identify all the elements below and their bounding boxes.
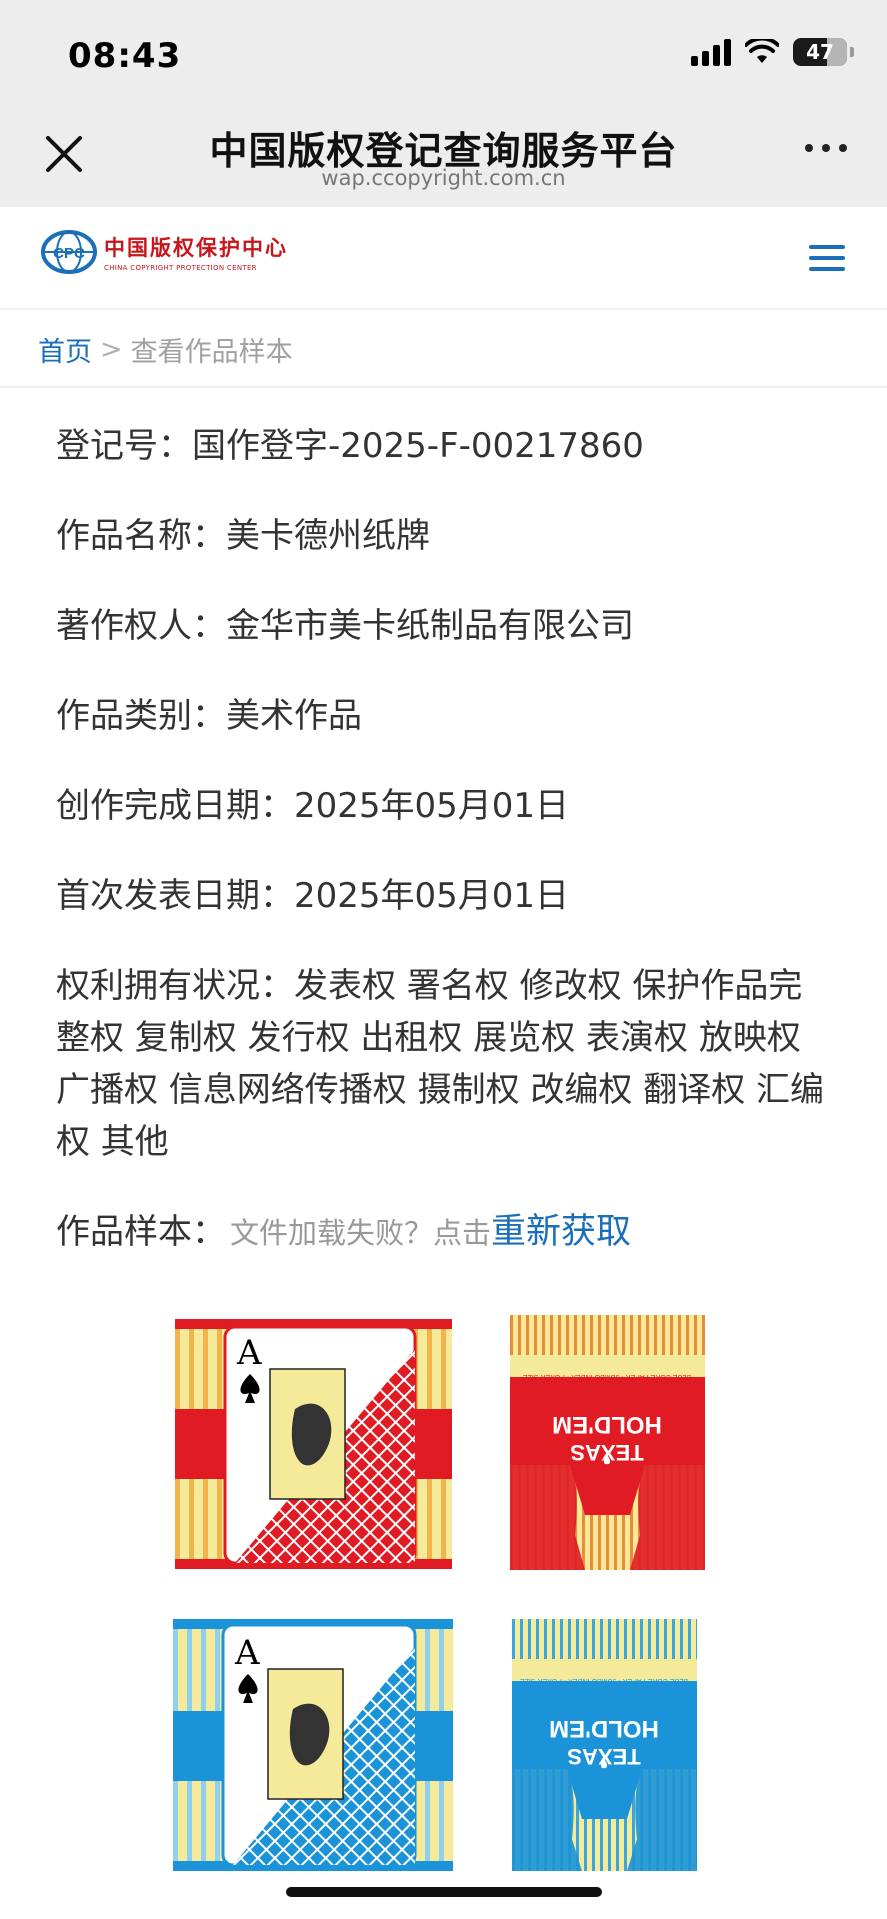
red-card-box-image[interactable]: TEXAS HOLD'EM BLUE CORE PAPER • JUMBO IN… xyxy=(510,1315,705,1570)
work-name-value: 美卡德州纸牌 xyxy=(226,516,430,556)
site-logo[interactable]: CPC 中国版权保护中心 CHINA COPYRIGHT PROTECTION … xyxy=(40,229,288,275)
card-rank-text: A xyxy=(236,1333,262,1373)
registration-number-value: 国作登字-2025-F-00217860 xyxy=(192,426,644,466)
creation-date-row: 创作完成日期：2025年05月01日 xyxy=(56,780,836,832)
box-brand-line2: HOLD'EM xyxy=(552,1411,662,1438)
sample-images: A TEXAS HOLD'EM BLUE CORE PAPER • JUMBO … xyxy=(170,1305,730,1885)
work-name-row: 作品名称：美卡德州纸牌 xyxy=(56,510,836,562)
box-brand-line2: HOLD'EM xyxy=(549,1715,659,1742)
registration-number-label: 登记号： xyxy=(56,426,192,466)
breadcrumb: 首页 > 查看作品样本 xyxy=(0,312,887,388)
site-header: CPC 中国版权保护中心 CHINA COPYRIGHT PROTECTION … xyxy=(0,207,887,310)
logo-en: CHINA COPYRIGHT PROTECTION CENTER xyxy=(104,264,257,272)
card-rank-text: A xyxy=(234,1633,260,1673)
status-time: 08:43 xyxy=(68,36,182,76)
record-details: 登记号：国作登字-2025-F-00217860 作品名称：美卡德州纸牌 著作权… xyxy=(56,420,836,1297)
copyright-owner-label: 著作权人： xyxy=(56,606,226,646)
copyright-owner-row: 著作权人：金华市美卡纸制品有限公司 xyxy=(56,600,836,652)
menu-icon[interactable] xyxy=(809,245,845,271)
sample-row: 作品样本： 文件加载失败？点击 重新获取 xyxy=(56,1206,836,1259)
battery-icon: 47 xyxy=(793,38,854,66)
work-category-label: 作品类别： xyxy=(56,696,226,736)
blue-card-box-image[interactable]: TEXAS HOLD'EM BLUE CORE PAPER • JUMBO IN… xyxy=(512,1619,697,1871)
top-bar: 08:43 47 中国版权登记查询服务平台 wap.ccopyright.com… xyxy=(0,0,887,207)
red-card-back-image[interactable]: A xyxy=(175,1319,452,1569)
sample-label: 作品样本： xyxy=(56,1212,226,1252)
more-options-button[interactable] xyxy=(805,144,847,152)
work-category-row: 作品类别：美术作品 xyxy=(56,690,836,742)
publish-date-row: 首次发表日期：2025年05月01日 xyxy=(56,870,836,922)
publish-date-label: 首次发表日期： xyxy=(56,876,294,916)
rights-row: 权利拥有状况：发表权 署名权 修改权 保护作品完整权 复制权 发行权 出租权 展… xyxy=(56,960,836,1168)
battery-level: 47 xyxy=(806,40,834,64)
status-icons: 47 xyxy=(691,38,854,66)
logo-mark-text: CPC xyxy=(53,245,85,262)
logo-text: 中国版权保护中心 CHINA COPYRIGHT PROTECTION CENT… xyxy=(104,232,288,272)
wifi-icon xyxy=(745,39,779,63)
registration-number-row: 登记号：国作登字-2025-F-00217860 xyxy=(56,420,836,472)
box-small-text: BLUE CORE PAPER • JUMBO INDEX • POKER SI… xyxy=(520,1677,688,1684)
creation-date-value: 2025年05月01日 xyxy=(294,786,570,826)
logo-cn: 中国版权保护中心 xyxy=(104,236,288,260)
rights-label: 权利拥有状况： xyxy=(56,966,294,1006)
copyright-owner-value: 金华市美卡纸制品有限公司 xyxy=(226,606,634,646)
dot-icon xyxy=(839,144,847,152)
breadcrumb-current: 查看作品样本 xyxy=(130,336,293,368)
sample-load-hint: 文件加载失败？点击 xyxy=(230,1216,492,1250)
signal-icon xyxy=(691,38,731,66)
publish-date-value: 2025年05月01日 xyxy=(294,876,570,916)
dot-icon xyxy=(822,144,830,152)
blue-card-back-image[interactable]: A xyxy=(173,1619,453,1871)
work-category-value: 美术作品 xyxy=(226,696,362,736)
work-name-label: 作品名称： xyxy=(56,516,226,556)
page-url: wap.ccopyright.com.cn xyxy=(321,166,566,190)
retry-link[interactable]: 重新获取 xyxy=(491,1206,631,1258)
breadcrumb-home-link[interactable]: 首页 xyxy=(38,330,92,369)
home-indicator[interactable] xyxy=(286,1887,602,1897)
breadcrumb-separator: > xyxy=(100,333,123,365)
creation-date-label: 创作完成日期： xyxy=(56,786,294,826)
box-small-text: BLUE CORE PAPER • JUMBO INDEX • POKER SI… xyxy=(523,1373,691,1380)
cpc-logo-icon: CPC xyxy=(41,230,97,274)
dot-icon xyxy=(805,144,813,152)
